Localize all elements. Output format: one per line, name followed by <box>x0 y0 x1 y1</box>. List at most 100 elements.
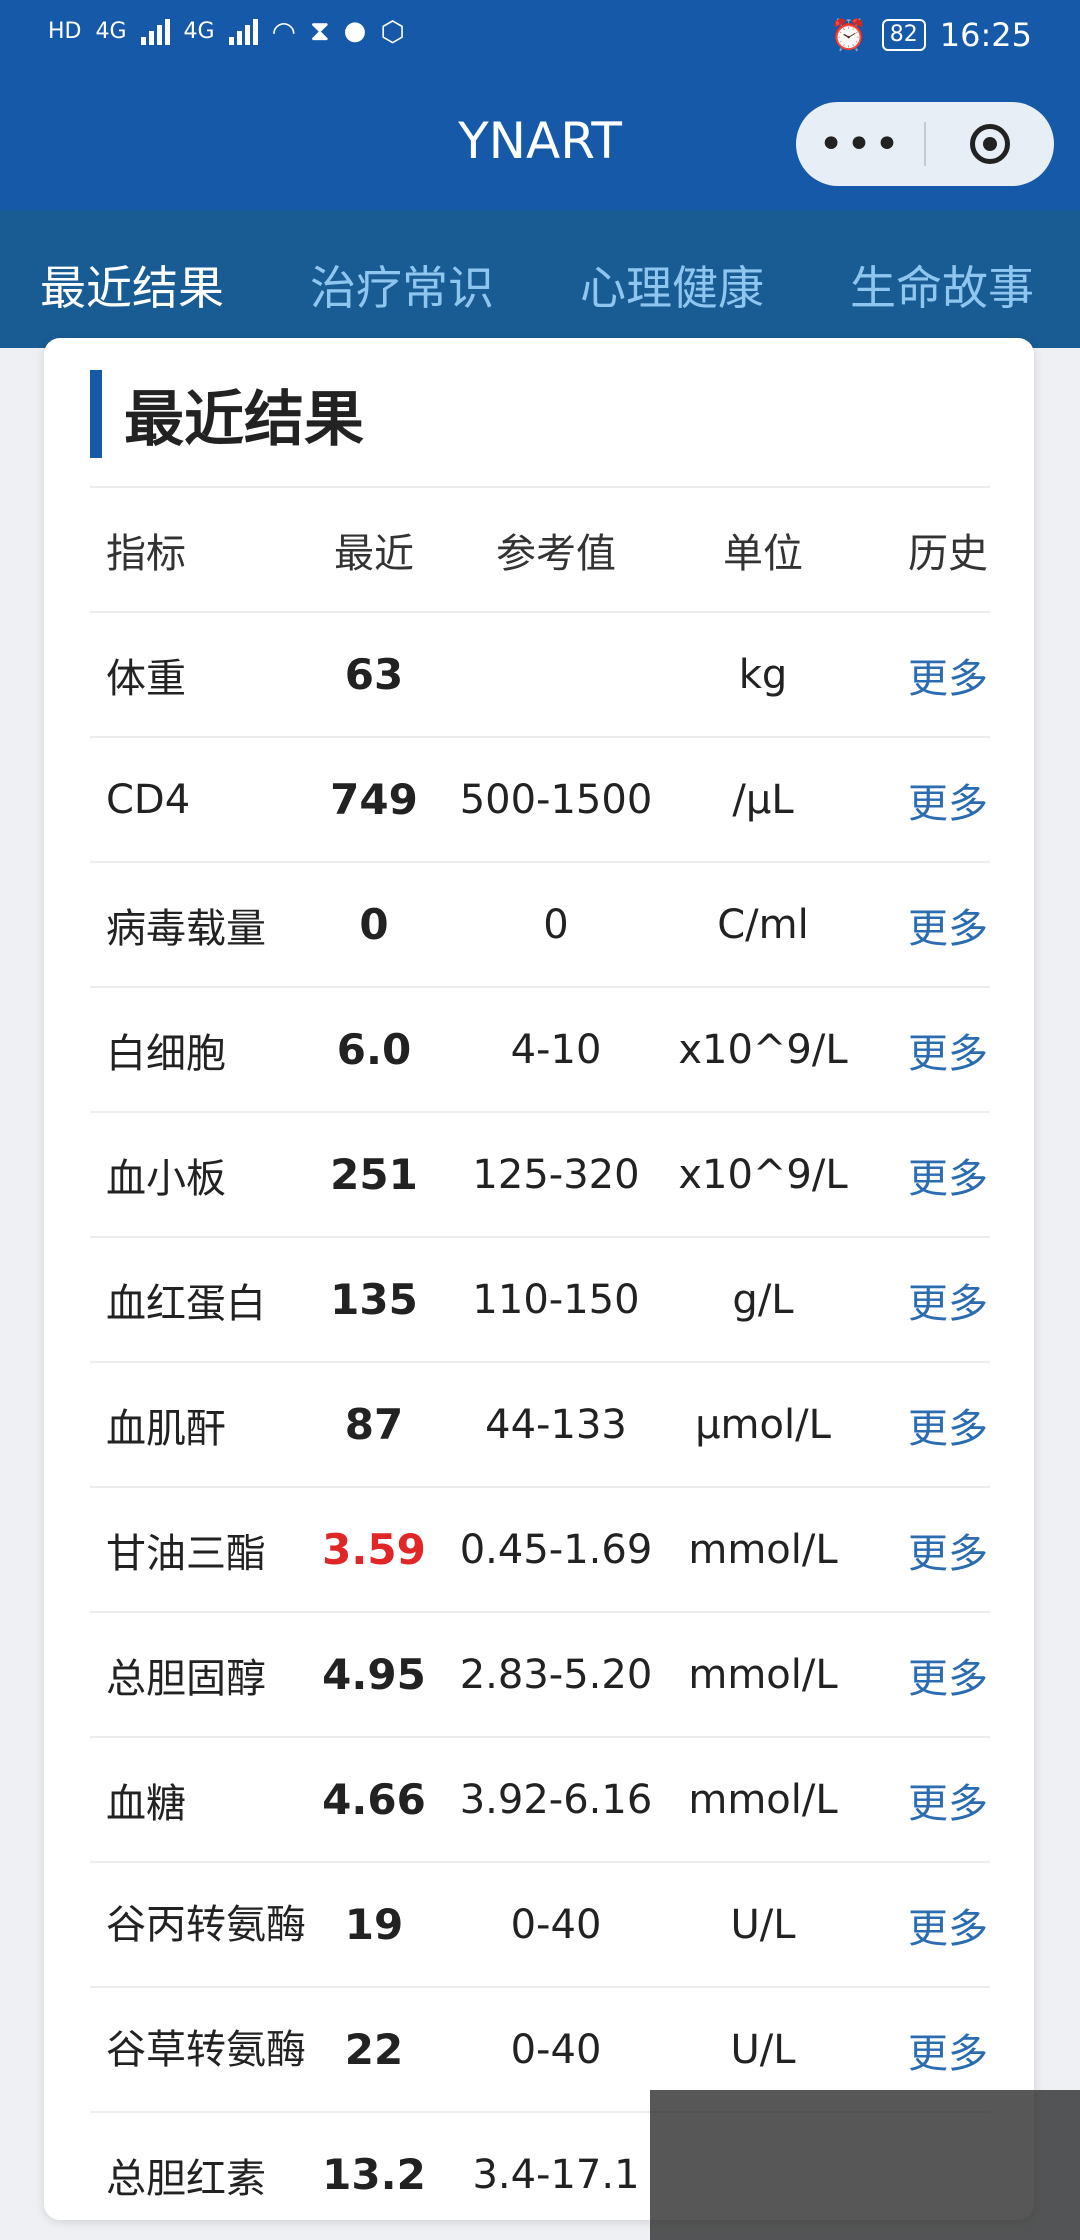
metric-name: 甘油三酯 <box>90 1486 306 1612</box>
status-bar: HD 4G 4G ◠ ⧗ ● ⬡ ⏰ 82 16:25 <box>0 0 1080 80</box>
latest-value: 251 <box>306 1111 442 1237</box>
metric-name: 血糖 <box>90 1736 306 1862</box>
metric-name: 总胆固醇 <box>90 1611 306 1737</box>
unit: mmol/L <box>670 1611 856 1737</box>
reference-range: 125-320 <box>442 1111 670 1237</box>
unit: x10^9/L <box>670 986 856 1112</box>
unit: /µL <box>670 736 856 862</box>
more-link[interactable]: 更多 <box>856 1486 990 1612</box>
more-options-button[interactable]: ••• <box>796 119 924 170</box>
unit: U/L <box>670 1861 856 1987</box>
metric-name: 谷丙转氨酶 <box>90 1861 306 1987</box>
watermark-logo <box>650 2090 1080 2240</box>
more-link[interactable]: 更多 <box>856 986 990 1112</box>
metric-name: CD4 <box>90 736 306 862</box>
reference-range: 0.45-1.69 <box>442 1486 670 1612</box>
reference-range <box>442 611 670 737</box>
tab-mental-health[interactable]: 心理健康 <box>580 252 764 318</box>
battery-icon: 82 <box>881 19 926 51</box>
status-right: ⏰ 82 16:25 <box>830 16 1032 54</box>
latest-value: 22 <box>306 1986 442 2112</box>
more-link[interactable]: 更多 <box>856 1611 990 1737</box>
alarm-icon: ⏰ <box>830 17 868 53</box>
more-link[interactable]: 更多 <box>856 1736 990 1862</box>
app-header: YNART ••• <box>0 80 1080 210</box>
metric-name: 血红蛋白 <box>90 1236 306 1362</box>
more-link[interactable]: 更多 <box>856 1236 990 1362</box>
table-header-row: 指标 最近 参考值 单位 历史 <box>90 486 990 612</box>
results-card: 最近结果 指标 最近 参考值 单位 历史 体重 63 kg 更多 CD4 749 500-1… <box>44 338 1034 2220</box>
reference-range: 2.83-5.20 <box>442 1611 670 1737</box>
more-link[interactable]: 更多 <box>856 736 990 862</box>
latest-value: 13.2 <box>306 2111 442 2220</box>
more-link[interactable]: 更多 <box>856 1361 990 1487</box>
tab-life-stories[interactable]: 生命故事 <box>850 252 1034 318</box>
network-type-2: 4G <box>183 18 215 44</box>
hourglass-icon: ⧗ <box>310 14 330 47</box>
message-icon: ● <box>343 16 367 46</box>
unit: x10^9/L <box>670 1111 856 1237</box>
latest-value: 6.0 <box>306 986 442 1112</box>
clock: 16:25 <box>939 16 1032 54</box>
table-row: 血红蛋白 135 110-150 g/L 更多 <box>90 1236 990 1362</box>
latest-value: 749 <box>306 736 442 862</box>
latest-value: 4.66 <box>306 1736 442 1862</box>
table-row: 体重 63 kg 更多 <box>90 611 990 737</box>
latest-value: 4.95 <box>306 1611 442 1737</box>
reference-range: 0 <box>442 861 670 987</box>
latest-value: 3.59 <box>306 1486 442 1612</box>
reference-range: 0-40 <box>442 1861 670 1987</box>
table-row: CD4 749 500-1500/µL 更多 <box>90 736 990 862</box>
table-row: 白细胞 6.0 4-10 x10^9/L 更多 <box>90 986 990 1112</box>
section-header: 最近结果 <box>90 370 364 458</box>
latest-value: 0 <box>306 861 442 987</box>
target-icon <box>970 124 1010 164</box>
tab-bar: 最近结果 治疗常识 心理健康 生命故事 <box>0 210 1080 348</box>
latest-value: 87 <box>306 1361 442 1487</box>
reference-range: 4-10 <box>442 986 670 1112</box>
metric-name: 血小板 <box>90 1111 306 1237</box>
wifi-icon: ◠ <box>271 14 297 48</box>
reference-range: 3.4-17.1 <box>442 2111 670 2220</box>
unit: C/ml <box>670 861 856 987</box>
reference-range: 500-1500 <box>442 736 670 862</box>
unit: µmol/L <box>670 1361 856 1487</box>
hd-label: HD <box>48 18 82 44</box>
close-button[interactable] <box>926 124 1054 164</box>
metric-name: 总胆红素 <box>90 2111 306 2220</box>
results-table: 指标 最近 参考值 单位 历史 体重 63 kg 更多 CD4 749 500-1500/µ… <box>90 486 990 2220</box>
status-left: HD 4G 4G ◠ ⧗ ● ⬡ <box>48 14 405 48</box>
more-link[interactable]: 更多 <box>856 1861 990 1987</box>
col-reference: 参考值 <box>442 486 670 612</box>
col-unit: 单位 <box>670 486 856 612</box>
table-row: 谷丙转氨酶 19 0-40 U/L 更多 <box>90 1861 990 1987</box>
tab-recent-results[interactable]: 最近结果 <box>40 252 224 318</box>
latest-value: 63 <box>306 611 442 737</box>
reference-range: 3.92-6.16 <box>442 1736 670 1862</box>
table-row: 甘油三酯 3.59 0.45-1.69 mmol/L 更多 <box>90 1486 990 1612</box>
latest-value: 19 <box>306 1861 442 1987</box>
more-link[interactable]: 更多 <box>856 861 990 987</box>
metric-name: 血肌酐 <box>90 1361 306 1487</box>
unit: mmol/L <box>670 1736 856 1862</box>
latest-value: 135 <box>306 1236 442 1362</box>
col-indicator: 指标 <box>90 486 306 612</box>
table-row: 总胆固醇 4.95 2.83-5.20 mmol/L 更多 <box>90 1611 990 1737</box>
reference-range: 44-133 <box>442 1361 670 1487</box>
col-history: 历史 <box>856 486 990 612</box>
more-link[interactable]: 更多 <box>856 611 990 737</box>
mini-program-capsule: ••• <box>796 102 1054 186</box>
unit: kg <box>670 611 856 737</box>
unit: g/L <box>670 1236 856 1362</box>
reference-range: 110-150 <box>442 1236 670 1362</box>
metric-name: 病毒载量 <box>90 861 306 987</box>
shield-icon: ⬡ <box>380 14 405 48</box>
table-row: 血糖 4.66 3.92-6.16 mmol/L 更多 <box>90 1736 990 1862</box>
more-link[interactable]: 更多 <box>856 1111 990 1237</box>
tab-treatment-knowledge[interactable]: 治疗常识 <box>310 252 494 318</box>
unit: mmol/L <box>670 1486 856 1612</box>
table-row: 血肌酐 87 44-133 µmol/L 更多 <box>90 1361 990 1487</box>
network-type: 4G <box>95 18 127 44</box>
battery-level: 82 <box>889 22 918 47</box>
table-row: 血小板 251 125-320 x10^9/L 更多 <box>90 1111 990 1237</box>
